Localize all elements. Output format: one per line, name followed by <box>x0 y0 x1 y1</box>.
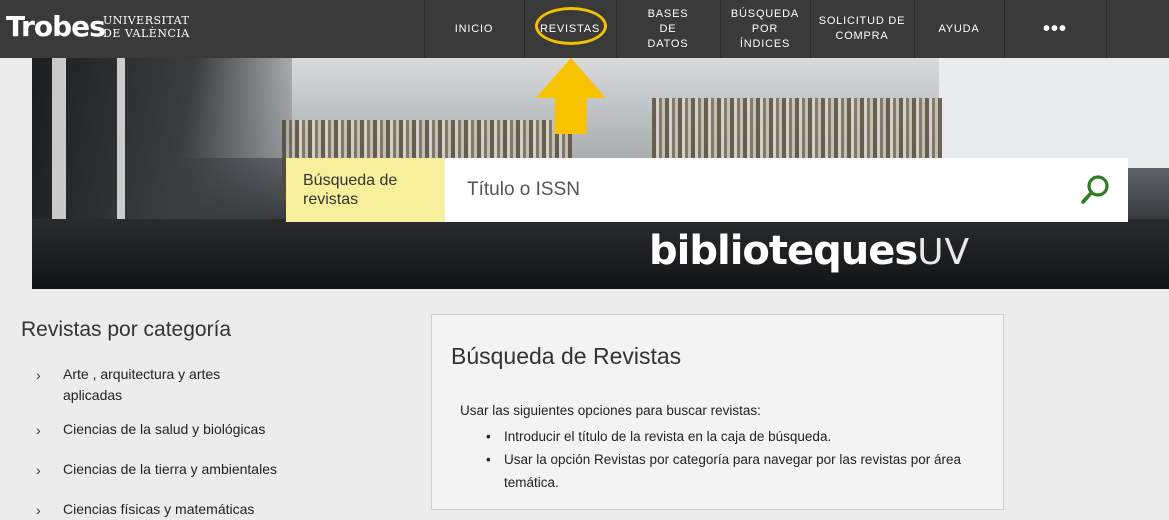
more-menu-button[interactable]: ••• <box>1004 0 1106 58</box>
more-icon: ••• <box>1042 17 1067 40</box>
category-label: Arte , arquitectura y artes aplicadas <box>63 366 221 403</box>
highlight-circle-annotation <box>535 7 607 45</box>
chevron-right-icon: › <box>36 367 41 383</box>
chevron-right-icon: › <box>36 422 41 438</box>
help-panel-title: Búsqueda de Revistas <box>451 343 682 369</box>
search-icon <box>1081 175 1109 204</box>
category-link-tierra[interactable]: › Ciencias de la tierra y ambientales <box>36 459 326 499</box>
help-bullet: Introducir el título de la revista en la… <box>486 425 986 448</box>
journal-search-input[interactable] <box>445 158 1128 222</box>
search-label: Búsqueda de revistas <box>286 158 445 222</box>
help-bullet-list: Introducir el título de la revista en la… <box>486 425 986 494</box>
up-arrow-annotation <box>536 58 606 134</box>
search-help-panel: Búsqueda de Revistas Usar las siguientes… <box>431 314 1004 510</box>
nav-item-ayuda[interactable]: AYUDA <box>914 0 1004 58</box>
trobes-logo[interactable]: Trobes <box>6 10 106 43</box>
nav-item-label: BASES DE DATOS <box>647 7 689 50</box>
category-link-fisicas[interactable]: › Ciencias físicas y matemáticas <box>36 499 326 520</box>
bibliotequesuv-logo: bibliotequesUV <box>649 228 970 274</box>
help-bullet: Usar la opción Revistas por categoría pa… <box>486 448 986 494</box>
category-label: Ciencias de la tierra y ambientales <box>63 461 277 477</box>
nav-separator <box>1106 0 1107 58</box>
category-link-arte[interactable]: › Arte , arquitectura y artes aplicadas <box>36 364 326 419</box>
brand-suffix-text: UV <box>917 232 971 273</box>
nav-item-label: AYUDA <box>938 22 980 35</box>
category-label: Ciencias de la salud y biológicas <box>63 421 266 437</box>
brand-main-text: biblioteques <box>649 228 918 274</box>
chevron-right-icon: › <box>36 462 41 478</box>
logo-university-line1: UNIVERSITAT <box>103 14 190 27</box>
category-label: Ciencias físicas y matemáticas <box>63 501 255 517</box>
banner-wall <box>939 58 1169 168</box>
categories-list: › Arte , arquitectura y artes aplicadas … <box>36 364 326 520</box>
nav-item-solicitud-de-compra[interactable]: SOLICITUD DE COMPRA <box>810 0 914 58</box>
category-link-salud[interactable]: › Ciencias de la salud y biológicas <box>36 419 326 459</box>
nav-item-label: SOLICITUD DE COMPRA <box>818 15 906 42</box>
search-button[interactable] <box>1078 172 1112 208</box>
nav-item-inicio[interactable]: INICIO <box>424 0 524 58</box>
universitat-valencia-logo[interactable]: UNIVERSITAT DE VALÈNCIA <box>103 14 190 40</box>
categories-heading: Revistas por categoría <box>21 318 232 341</box>
nav-item-busqueda-por-indices[interactable]: BÚSQUEDA POR ÍNDICES <box>720 0 810 58</box>
chevron-right-icon: › <box>36 502 41 518</box>
help-intro-text: Usar las siguientes opciones para buscar… <box>460 403 761 418</box>
banner-floor <box>32 219 1169 289</box>
nav-item-label: BÚSQUEDA POR ÍNDICES <box>730 7 800 50</box>
logo-university-line2: DE VALÈNCIA <box>103 27 190 40</box>
nav-item-bases-de-datos[interactable]: BASES DE DATOS <box>616 0 720 58</box>
trobes-logo-text: Trobes <box>6 10 106 43</box>
nav-item-label: INICIO <box>454 22 494 35</box>
